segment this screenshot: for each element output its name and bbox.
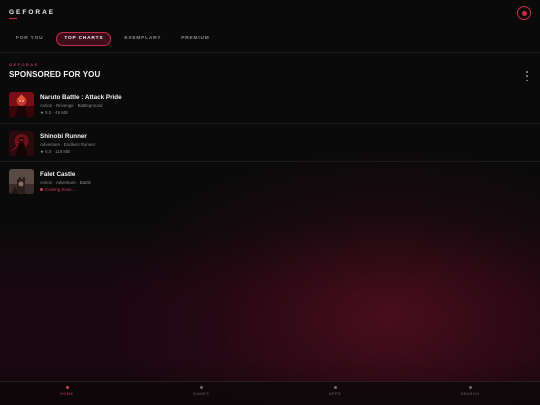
profile-avatar-button[interactable] bbox=[517, 6, 531, 20]
tab-exemplary[interactable]: EXEMPLARY bbox=[117, 32, 168, 46]
nav-apps[interactable]: APPS bbox=[315, 386, 355, 396]
app-title: Falet Castle bbox=[40, 171, 76, 178]
more-options-icon[interactable] bbox=[524, 71, 530, 81]
nav-label: APPS bbox=[328, 392, 342, 396]
games-dot-icon bbox=[199, 386, 203, 389]
app-genres: Adventure · Endless Runner bbox=[40, 141, 96, 147]
list-item[interactable]: Falet Castle Action · Adventure · Battle… bbox=[0, 162, 540, 201]
brand-underline bbox=[9, 18, 17, 19]
nav-label: SEARCH bbox=[460, 392, 480, 396]
app-genres: Action · Revenge · Battleground bbox=[40, 103, 103, 108]
app-title: Shinobi Runner bbox=[40, 132, 87, 140]
top-bar: GEFORAE bbox=[0, 0, 540, 26]
nav-home[interactable]: HOME bbox=[47, 386, 87, 396]
category-tabs: FOR YOU TOP CHARTS EXEMPLARY PREMIUM bbox=[9, 32, 217, 46]
tab-premium[interactable]: PREMIUM bbox=[174, 32, 216, 46]
status-dot-icon bbox=[40, 188, 43, 192]
divider bbox=[0, 52, 540, 53]
tab-top-charts[interactable]: TOP CHARTS bbox=[56, 32, 112, 46]
castle-thumbnail-icon bbox=[9, 169, 34, 194]
list-item[interactable]: Naruto Battle : Attack Pride Action · Re… bbox=[0, 85, 540, 124]
app-rating: ★ 5.0 · 45 MB bbox=[40, 110, 68, 115]
app-status: Coming Soon... bbox=[40, 187, 75, 192]
nav-search[interactable]: SEARCH bbox=[450, 386, 490, 396]
search-dot-icon bbox=[468, 386, 472, 389]
coming-soon-label: Coming Soon... bbox=[45, 187, 76, 192]
tab-for-you[interactable]: FOR YOU bbox=[9, 32, 50, 46]
brand-logo[interactable]: GEFORAE bbox=[9, 9, 55, 16]
app-genres: Action · Adventure · Battle bbox=[40, 180, 92, 185]
shinobi-thumbnail-icon bbox=[9, 130, 34, 156]
app-title: Naruto Battle : Attack Pride bbox=[40, 94, 122, 101]
home-dot-icon bbox=[65, 386, 69, 389]
bottom-navigation: HOME GAMES APPS SEARCH bbox=[0, 381, 540, 405]
nav-label: HOME bbox=[60, 392, 74, 396]
nav-games[interactable]: GAMES bbox=[181, 386, 221, 396]
list-item[interactable]: Shinobi Runner Adventure · Endless Runne… bbox=[0, 124, 540, 162]
apps-dot-icon bbox=[333, 386, 337, 389]
naruto-thumbnail-icon bbox=[9, 92, 34, 117]
app-list: Naruto Battle : Attack Pride Action · Re… bbox=[0, 85, 540, 201]
app-rating: ★ 5.0 · 118 MB bbox=[40, 148, 70, 154]
nav-label: GAMES bbox=[192, 392, 210, 396]
section-title: SPONSORED FOR YOU bbox=[9, 70, 101, 79]
avatar-icon bbox=[521, 10, 527, 16]
section-eyebrow: GEFORAE bbox=[9, 62, 39, 67]
